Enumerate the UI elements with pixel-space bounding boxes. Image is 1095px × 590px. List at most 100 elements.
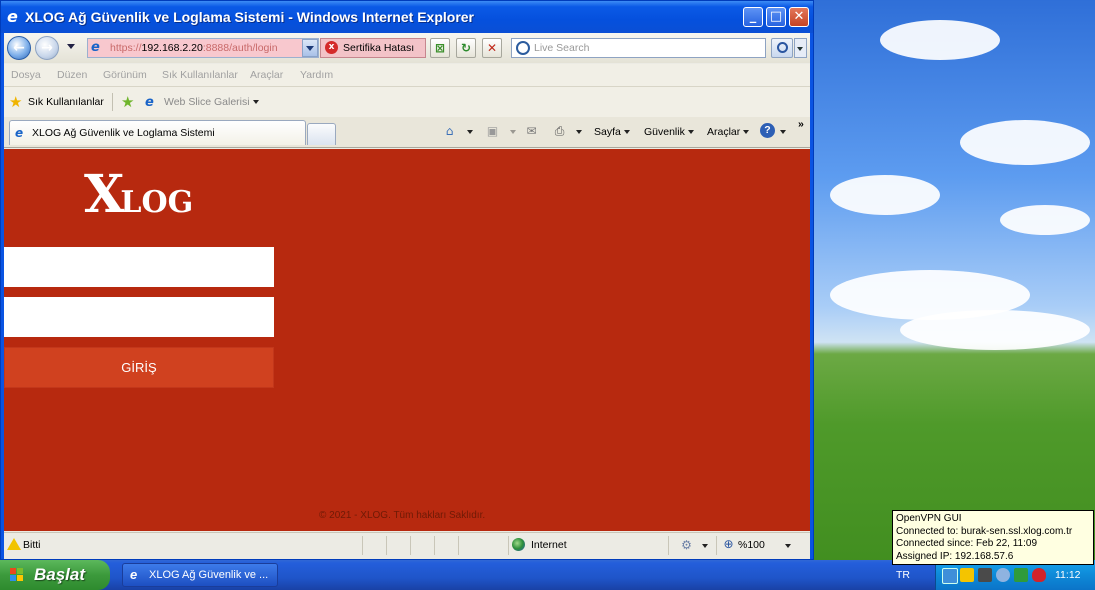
chevron-down-icon [743,130,750,135]
address-dropdown-button[interactable] [302,39,318,57]
favorites-bar: ★ Sık Kullanılanlar ★ e Web Slice Galeri… [4,87,810,117]
network-icon[interactable] [942,568,958,584]
title-bar[interactable]: e XLOG Ağ Güvenlik ve Loglama Sistemi - … [1,1,813,33]
zoom-level[interactable]: %100 [738,539,765,551]
start-button[interactable]: Başlat [0,560,110,590]
login-button[interactable]: GİRİŞ [4,347,274,388]
chevron-down-icon [687,130,694,135]
web-slice-icon: e [145,95,154,110]
clock[interactable]: 11:12 [1055,569,1081,581]
tooltip-title: OpenVPN GUI [896,513,962,524]
close-button[interactable]: ✕ [789,7,809,27]
logo-x: X [84,164,125,225]
tools-menu-label: Araçlar [707,126,741,138]
display-icon[interactable] [996,568,1010,582]
print-dropdown-icon[interactable] [576,130,582,134]
ie-window: e XLOG Ağ Güvenlik ve Loglama Sistemi - … [0,0,814,560]
status-cell [410,536,435,555]
web-slice-gallery-link[interactable]: Web Slice Galerisi [164,96,259,108]
status-bar: Bitti Internet ⚙ ⊕ %100 [4,532,810,559]
safety-menu-button[interactable]: Güvenlik [644,126,694,138]
url-host: 192.168.2.20 [141,42,203,54]
toolbar-separator [112,93,113,111]
taskbar-item-ie[interactable]: e XLOG Ağ Güvenlik ve ... [122,563,278,587]
help-dropdown-icon[interactable] [780,130,786,134]
menu-view[interactable]: Görünüm [103,69,147,81]
compatibility-view-button[interactable]: ⊠ [430,38,450,58]
address-bar[interactable]: e https://192.168.2.20:8888/auth/login [87,38,319,58]
refresh-button[interactable]: ↻ [456,38,476,58]
back-button[interactable]: ← [7,36,31,60]
vmware-icon[interactable] [978,568,992,582]
maximize-button[interactable]: □ [766,7,786,27]
cloud [880,20,1000,60]
tooltip-connected-since: Connected since: Feb 22, 11:09 [896,538,1038,549]
cloud [830,175,940,215]
tab-page-icon: e [15,126,24,140]
taskbar-item-label: XLOG Ağ Güvenlik ve ... [149,569,269,581]
search-button[interactable] [771,38,793,58]
tooltip-assigned-ip: Assigned IP: 192.168.57.6 [896,550,1014,562]
url-path: :8888/auth/login [202,42,278,54]
security-zone-label: Internet [531,539,567,551]
protected-mode-icon[interactable]: ⚙ [679,538,694,552]
menu-favorites[interactable]: Sık Kullanılanlar [162,69,238,81]
minimize-button[interactable]: _ [743,7,763,27]
internet-zone-icon [512,538,525,551]
new-tab-button[interactable] [307,123,336,145]
zoom-dropdown-icon[interactable] [785,544,791,548]
mail-icon[interactable]: ✉ [524,124,539,138]
protected-mode-dropdown-icon[interactable] [702,544,708,548]
ie-logo-icon: e [7,7,18,26]
search-options-button[interactable] [794,38,807,58]
home-dropdown-icon[interactable] [467,130,473,134]
feeds-icon[interactable]: ▣ [485,124,500,138]
start-label: Başlat [34,565,86,584]
certificate-error-label: Sertifika Hatası [343,42,415,54]
forward-button[interactable]: → [35,36,59,60]
openvpn-tooltip: OpenVPN GUI Connected to: burak-sen.ssl.… [892,510,1094,565]
stop-button[interactable]: ✕ [482,38,502,58]
menu-edit[interactable]: Düzen [57,69,87,81]
status-cell [458,536,509,555]
username-input[interactable] [4,247,274,287]
print-icon[interactable]: ⎙ [552,124,567,138]
favorites-star-icon: ★ [9,93,23,111]
cloud [960,120,1090,165]
openvpn-icon[interactable] [1014,568,1028,582]
feeds-dropdown-icon[interactable] [510,130,516,134]
windows-flag-icon [10,568,24,582]
recent-pages-dropdown-icon[interactable] [67,44,75,49]
tools-menu-button[interactable]: Araçlar [707,126,750,138]
page-menu-button[interactable]: Sayfa [594,126,630,138]
xlog-logo: XLOG [84,169,193,221]
help-icon[interactable]: ? [760,123,775,138]
menu-bar: Dosya Düzen Görünüm Sık Kullanılanlar Ar… [4,64,810,87]
zoom-icon[interactable]: ⊕ [721,537,736,551]
password-input[interactable] [4,297,274,337]
tooltip-connected-to: Connected to: burak-sen.ssl.xlog.com.tr [896,525,1073,537]
status-cell [362,536,387,555]
antivirus-icon[interactable] [1032,568,1046,582]
language-indicator[interactable]: TR [896,569,910,581]
status-cell [386,536,411,555]
favorites-button[interactable]: Sık Kullanılanlar [28,96,104,108]
add-favorites-icon[interactable]: ★ [121,95,134,110]
safety-menu-label: Güvenlik [644,126,685,138]
login-page: XLOG GİRİŞ © 2021 - XLOG. Tüm hakları Sa… [4,149,810,531]
menu-help[interactable]: Yardım [300,69,333,81]
address-url[interactable]: https://192.168.2.20:8888/auth/login [110,42,278,54]
browser-client-area: ← → e https://192.168.2.20:8888/auth/log… [4,33,810,559]
home-icon[interactable]: ⌂ [442,124,457,138]
search-icon [516,41,530,55]
menu-file[interactable]: Dosya [11,69,41,81]
search-box[interactable]: Live Search [511,38,766,58]
menu-tools[interactable]: Araçlar [250,69,283,81]
certificate-error-button[interactable]: x Sertifika Hatası [320,38,426,58]
security-shield-icon[interactable] [960,568,974,582]
more-commands-chevron[interactable]: » [798,118,804,130]
chevron-down-icon [623,130,630,135]
warning-icon [7,538,21,550]
tab-active[interactable]: e XLOG Ağ Güvenlik ve Loglama Sistemi [9,120,306,145]
url-scheme: https:// [110,42,142,54]
